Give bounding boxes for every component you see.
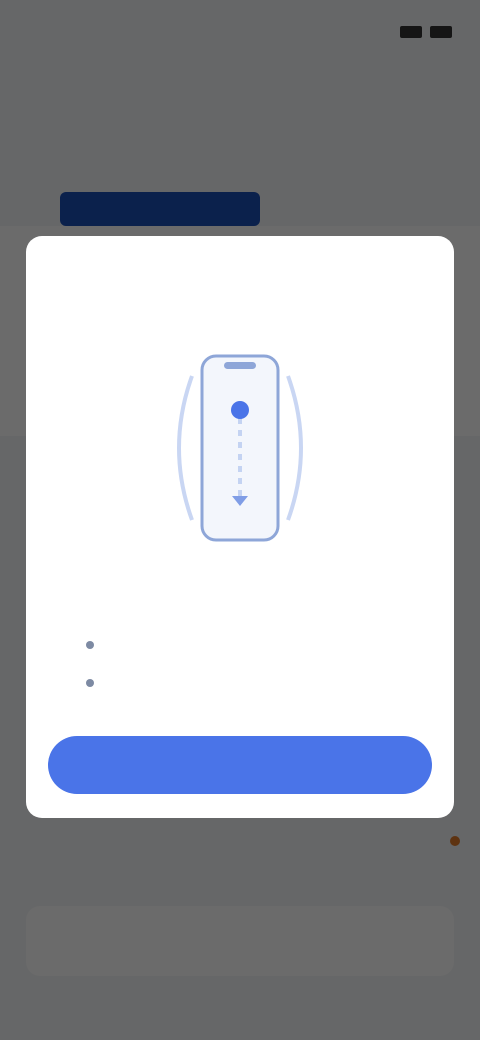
confirm-button[interactable]: [48, 736, 432, 794]
tip-item: [86, 674, 426, 687]
phone-swipe-icon: [162, 346, 318, 550]
bullet-icon: [86, 641, 94, 649]
modal-dialog: [26, 236, 454, 818]
tip-item: [86, 636, 426, 649]
bullet-icon: [86, 679, 94, 687]
